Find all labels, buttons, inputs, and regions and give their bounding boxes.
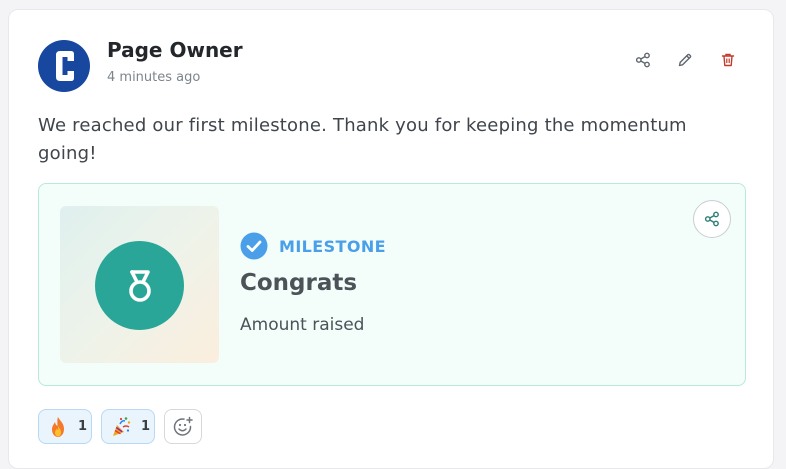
edit-icon xyxy=(678,53,692,67)
reaction-fire[interactable]: 1 xyxy=(38,409,92,444)
delete-button[interactable] xyxy=(714,46,742,74)
milestone-badge-label: MILESTONE xyxy=(279,236,386,256)
milestone-card: MILESTONE Congrats Amount raised xyxy=(38,183,746,386)
post-card: Page Owner 4 minutes ago We reached our … xyxy=(8,9,774,469)
party-popper-emoji-icon xyxy=(113,416,131,436)
milestone-share-button[interactable] xyxy=(693,200,731,238)
edit-button[interactable] xyxy=(671,46,699,74)
share-button[interactable] xyxy=(629,46,657,74)
milestone-thumbnail xyxy=(60,206,219,363)
reaction-party[interactable]: 1 xyxy=(101,409,155,444)
add-reaction-button[interactable] xyxy=(164,409,202,444)
avatar-logo-c xyxy=(56,51,74,81)
check-badge-icon xyxy=(240,232,268,260)
add-emoji-icon xyxy=(173,416,193,436)
fire-emoji-icon xyxy=(52,416,64,437)
post-body: We reached our first milestone. Thank yo… xyxy=(38,115,687,164)
milestone-subtitle: Amount raised xyxy=(240,315,365,335)
share-icon xyxy=(704,211,719,227)
author-avatar[interactable] xyxy=(38,40,90,92)
author-name[interactable]: Page Owner xyxy=(107,38,243,62)
trash-icon xyxy=(721,53,735,67)
milestone-badge: MILESTONE xyxy=(240,232,386,260)
medal-icon xyxy=(128,269,151,302)
post-timestamp: 4 minutes ago xyxy=(107,70,201,85)
milestone-title: Congrats xyxy=(240,270,358,296)
medal-circle xyxy=(95,241,184,330)
reaction-count: 1 xyxy=(141,419,151,434)
share-icon xyxy=(635,52,650,68)
reaction-count: 1 xyxy=(78,419,88,434)
